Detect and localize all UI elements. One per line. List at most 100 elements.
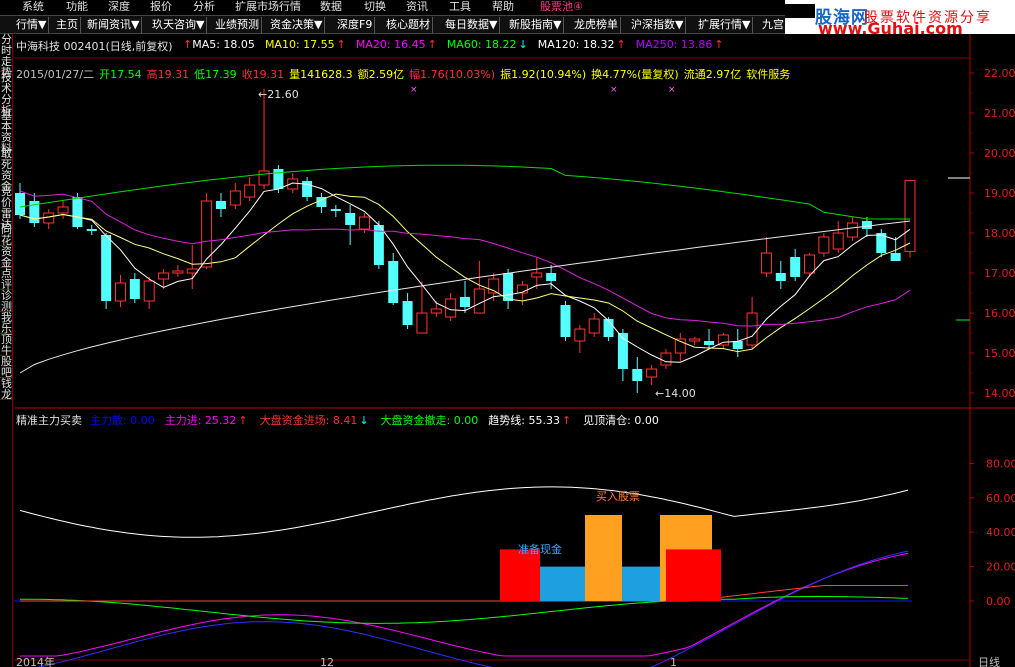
indicator-legend: 精准主力买卖 主力散: 0.00 主力进: 25.32 ↑ 大盘资金进场: 8.41 ↓ 大…	[16, 412, 669, 428]
arrow-up-icon: ↑	[714, 38, 724, 51]
ma-value: MA20: 16.45	[355, 38, 426, 51]
quote-field: 流通2.97亿	[683, 68, 742, 81]
arrow-up-icon: ↑	[616, 38, 626, 51]
ma-legend: ↑MA5: 18.05 MA10: 17.55 ↑ MA20: 16.45 ↑ MA60:…	[183, 38, 734, 51]
low-price-label: ←14.00	[655, 387, 696, 400]
date-axis-label: 日线	[978, 655, 1000, 667]
candle-body	[890, 253, 901, 261]
candle-body	[258, 170, 270, 186]
ind-tick-label: 80.00	[986, 457, 1015, 470]
candle-body	[43, 212, 55, 224]
indicator-title: 精准主力买卖	[16, 414, 82, 427]
candle-body	[416, 312, 428, 334]
candle-body	[215, 201, 226, 209]
candle-body	[388, 261, 399, 303]
mainforce-in-line	[20, 552, 909, 657]
candle-body	[660, 352, 672, 366]
event-mark: ×	[610, 85, 618, 95]
candle-body	[359, 216, 371, 230]
candle-body	[603, 319, 614, 337]
date-axis-label: 2014年	[16, 655, 55, 667]
candle-body	[229, 190, 241, 206]
candle-body	[143, 280, 155, 302]
arrow-down-icon: ↓	[359, 414, 369, 427]
candle-body	[560, 305, 571, 337]
quote-field: 额2.59亿	[357, 68, 405, 81]
ind-tick-label: 0.00	[986, 595, 1011, 608]
candle-body	[790, 257, 801, 277]
candle-body	[402, 301, 413, 325]
candle-body	[460, 297, 470, 307]
quote-field: 收19.31	[241, 68, 285, 81]
signal-bar	[585, 515, 622, 601]
candle-body	[746, 312, 758, 346]
price-tick-label: 19.00	[984, 187, 1015, 200]
quote-field: 振1.92(10.94%)	[500, 68, 587, 81]
candle-body	[57, 206, 69, 214]
quote-field: 幅1.76(10.03%)	[409, 68, 496, 81]
quote-field: 软件服务	[746, 68, 791, 81]
candle-body	[15, 193, 25, 215]
ind-tick-label: 20.00	[986, 561, 1015, 574]
ma5-line	[19, 182, 911, 363]
candle-body	[775, 273, 786, 281]
candle-body	[172, 270, 184, 274]
arrow-up-icon: ↑	[183, 38, 193, 51]
candle-body	[273, 169, 284, 189]
market-inflow-line	[20, 585, 908, 602]
signal-bar	[666, 549, 721, 601]
price-tick-label: 14.00	[984, 387, 1015, 400]
quote-info: 2015/01/27/二 开17.54 高19.31 低17.39 收19.31 量141…	[16, 66, 795, 82]
ma-value: MA250: 13.86	[635, 38, 713, 51]
date-axis-label: 1	[670, 656, 677, 667]
candle-body	[72, 197, 83, 227]
indicator-value: 趋势线: 55.33	[488, 414, 560, 427]
indicator-value: 见顶清仓: 0.00	[583, 414, 659, 427]
candle-body	[330, 209, 341, 211]
candle-body	[760, 252, 772, 274]
quote-field: 换4.77%(量复权)	[591, 68, 679, 81]
candle-body	[646, 368, 658, 378]
candle-body	[201, 200, 213, 268]
ind-tick-label: 40.00	[986, 526, 1015, 539]
price-tick-label: 18.00	[984, 227, 1015, 240]
price-tick-label: 22.00	[984, 67, 1015, 80]
ma-value: MA5: 18.05	[192, 38, 255, 51]
price-tick-label: 15.00	[984, 347, 1015, 360]
signal-bar	[500, 549, 540, 601]
arrow-down-icon: ↓	[518, 38, 528, 51]
stock-period: (日线,前复权)	[105, 40, 173, 53]
trend-line	[19, 486, 909, 538]
ma10-line	[19, 193, 911, 353]
signal-bar	[622, 566, 660, 601]
candle-body	[186, 268, 198, 274]
cash-signal-label: 准备现金	[518, 542, 562, 556]
candle-body	[704, 341, 715, 345]
candle-body	[818, 236, 830, 254]
event-mark: ×	[668, 85, 676, 95]
stock-header: 中海科技 002401(日线,前复权)	[16, 38, 173, 54]
candle-body	[574, 328, 586, 342]
candles	[15, 89, 916, 393]
indicator-value: 大盘资金撤走: 0.00	[380, 414, 479, 427]
stock-chart[interactable]: 22.00 21.00 20.00 19.00 18.00 17.00 16.00 15.00…	[0, 0, 1015, 667]
candle-body	[345, 213, 356, 225]
ma60-line	[19, 164, 910, 220]
price-tick-label: 16.00	[984, 307, 1015, 320]
event-mark: ×	[410, 85, 418, 95]
ind-tick-label: 60.00	[986, 492, 1015, 505]
candle-body	[546, 273, 557, 281]
candle-body	[531, 272, 543, 278]
quote-field: 2015/01/27/二	[16, 68, 95, 81]
arrow-up-icon: ↑	[238, 414, 248, 427]
candle-body	[861, 221, 872, 229]
arrow-up-icon: ↑	[427, 38, 437, 51]
arrow-up-icon: ↑	[561, 414, 572, 427]
candle-body	[632, 369, 643, 381]
indicator-value: 主力散: 0.00	[90, 414, 155, 427]
stock-code: 002401	[63, 40, 106, 53]
candle-body	[101, 235, 112, 301]
candle-body	[114, 282, 126, 302]
date-axis-label: 12	[320, 656, 334, 667]
stock-name: 中海科技	[16, 40, 60, 53]
